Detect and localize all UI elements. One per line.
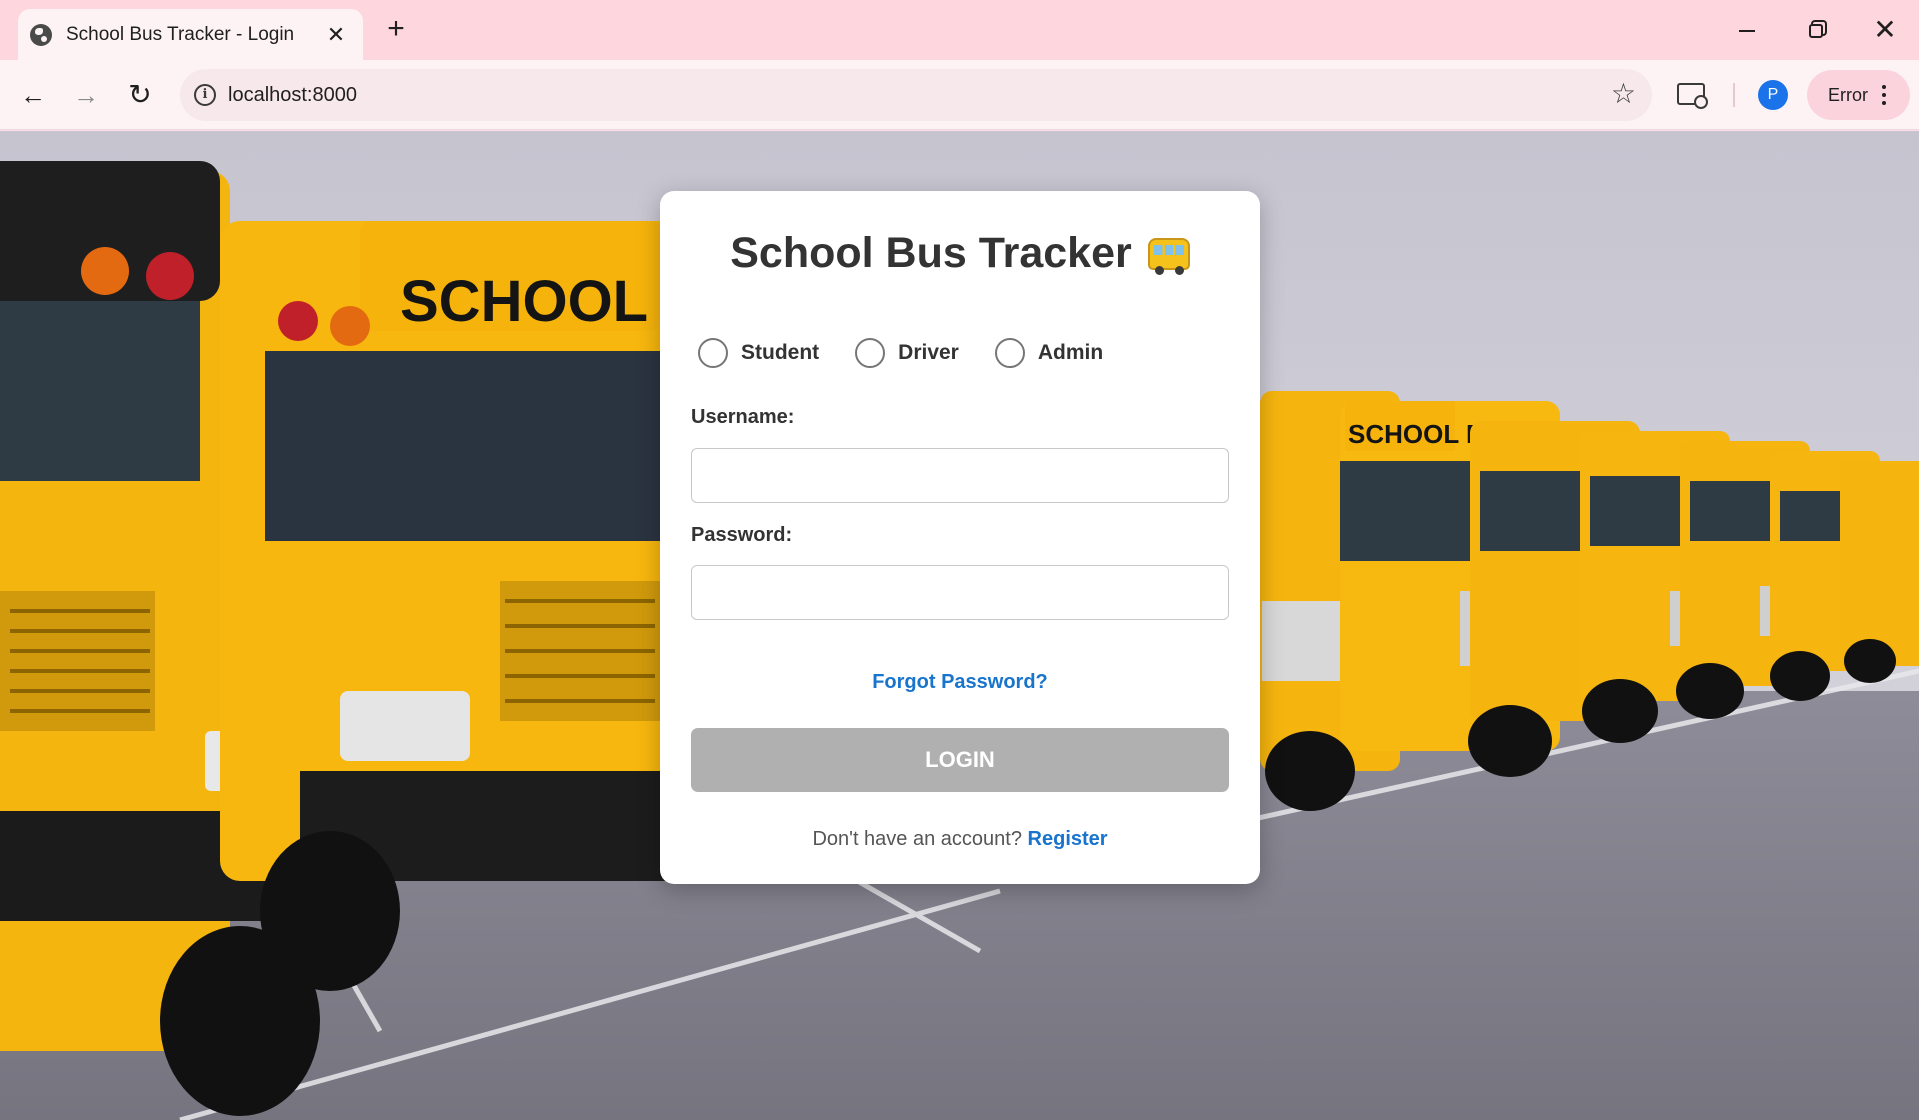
page-viewport: SCHOOL BUS SCHOOL BUS School Bus Tracker… xyxy=(0,131,1919,1120)
student-label[interactable]: Student xyxy=(741,341,819,365)
bus-icon xyxy=(1147,238,1190,275)
tab-strip: School Bus Tracker - Login ✕ + ✕ xyxy=(0,0,1919,61)
login-title: School Bus Tracker xyxy=(660,229,1260,278)
bookmark-star-icon[interactable]: ☆ xyxy=(1611,80,1636,108)
login-card: School Bus Tracker Student Driver Admin … xyxy=(660,191,1260,884)
minimize-icon xyxy=(1739,30,1755,33)
admin-label[interactable]: Admin xyxy=(1038,341,1103,365)
error-status-chip[interactable]: Error xyxy=(1807,70,1910,120)
menu-kebab-icon[interactable] xyxy=(1882,85,1886,105)
restore-button[interactable] xyxy=(1791,10,1841,50)
new-tab-button[interactable]: + xyxy=(380,14,412,46)
address-bar[interactable]: i localhost:8000 ☆ xyxy=(180,69,1652,121)
back-arrow-icon[interactable]: ← xyxy=(13,75,53,115)
globe-icon xyxy=(30,24,52,46)
driver-label[interactable]: Driver xyxy=(898,341,959,365)
register-prompt-text: Don't have an account? xyxy=(812,828,1022,850)
forgot-password-link[interactable]: Forgot Password? xyxy=(660,671,1260,694)
site-info-icon[interactable]: i xyxy=(194,84,216,106)
reload-icon[interactable]: ↻ xyxy=(120,75,160,115)
toolbar-divider xyxy=(1733,83,1735,107)
profile-avatar[interactable]: P xyxy=(1758,80,1788,110)
login-button[interactable]: LOGIN xyxy=(691,728,1229,792)
login-title-text: School Bus Tracker xyxy=(730,229,1132,277)
username-label: Username: xyxy=(691,406,795,428)
student-radio[interactable] xyxy=(698,338,728,368)
restore-icon xyxy=(1809,24,1823,39)
password-input[interactable] xyxy=(691,565,1229,620)
role-selector: Student Driver Admin xyxy=(698,336,1139,370)
driver-radio[interactable] xyxy=(855,338,886,368)
minimize-button[interactable] xyxy=(1722,10,1772,50)
url-text[interactable]: localhost:8000 xyxy=(228,84,357,107)
tab-title: School Bus Tracker - Login xyxy=(66,24,295,45)
register-prompt: Don't have an account? Register xyxy=(660,828,1260,851)
error-label: Error xyxy=(1828,84,1868,105)
register-link[interactable]: Register xyxy=(1028,828,1108,850)
password-label: Password: xyxy=(691,524,793,546)
browser-tab[interactable]: School Bus Tracker - Login ✕ xyxy=(18,9,363,61)
tab-close-icon[interactable]: ✕ xyxy=(323,22,349,48)
role-option-driver[interactable]: Driver xyxy=(855,338,959,368)
browser-toolbar: ← → ↻ i localhost:8000 ☆ P Error xyxy=(0,60,1919,130)
window-close-button[interactable]: ✕ xyxy=(1860,10,1910,50)
search-tabs-icon[interactable] xyxy=(1677,83,1708,109)
forward-arrow-icon[interactable]: → xyxy=(66,75,106,115)
role-option-admin[interactable]: Admin xyxy=(994,338,1103,368)
role-option-student[interactable]: Student xyxy=(698,338,819,368)
admin-radio[interactable] xyxy=(994,338,1025,368)
username-input[interactable] xyxy=(691,448,1229,503)
